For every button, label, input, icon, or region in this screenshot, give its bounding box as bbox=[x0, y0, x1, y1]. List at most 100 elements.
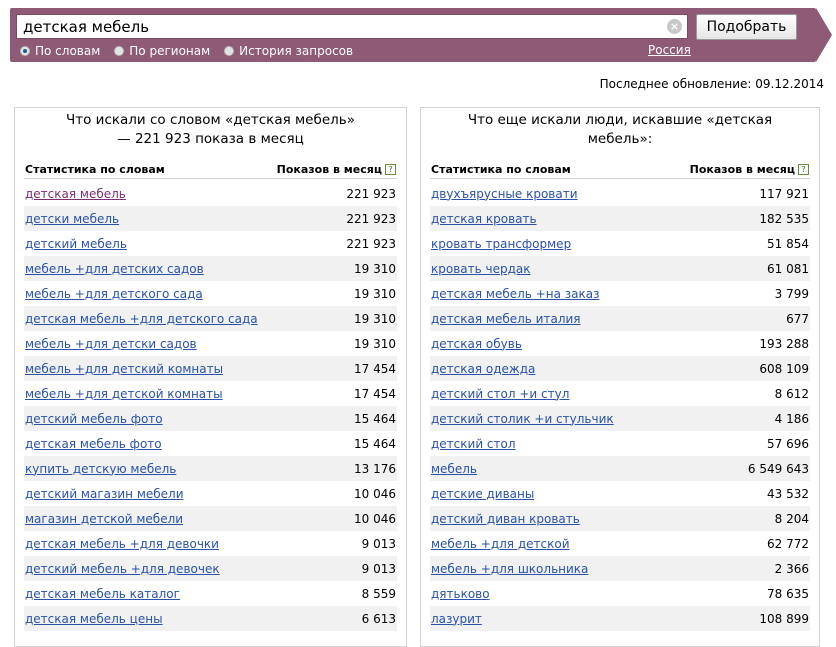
table-row: детский стол +и стул 8 612 bbox=[430, 381, 810, 406]
col-count-header: Показов в месяц ? bbox=[690, 163, 809, 176]
table-row: кровать трансформер 51 854 bbox=[430, 231, 810, 256]
table-row: кровать чердак 61 081 bbox=[430, 256, 810, 281]
phrase-link[interactable]: детский мебель фото bbox=[25, 412, 163, 426]
phrase-link[interactable]: мебель +для детского сада bbox=[25, 287, 203, 301]
phrase-link[interactable]: детский стол bbox=[431, 437, 516, 451]
phrase-link[interactable]: детский мебель +для девочек bbox=[25, 562, 220, 576]
impressions-count: 62 772 bbox=[767, 536, 809, 551]
phrase-link[interactable]: мебель +для детской bbox=[431, 537, 570, 551]
table-row: детская мебель фото 15 464 bbox=[24, 431, 397, 456]
phrase-link[interactable]: кровать трансформер bbox=[431, 237, 571, 251]
mode-by-words[interactable]: По словам bbox=[20, 43, 100, 59]
mode-by-regions[interactable]: По регионам bbox=[114, 43, 210, 59]
impressions-count: 19 310 bbox=[354, 286, 396, 301]
submit-button[interactable]: Подобрать bbox=[696, 14, 797, 40]
impressions-count: 19 310 bbox=[354, 261, 396, 276]
radio-icon[interactable] bbox=[224, 46, 235, 56]
col-count-label: Показов в месяц bbox=[689, 162, 795, 176]
table-row: детский стол 57 696 bbox=[430, 431, 810, 456]
table-row: детски мебель 221 923 bbox=[24, 206, 397, 231]
impressions-count: 15 464 bbox=[354, 436, 396, 451]
phrase-link[interactable]: детский мебель bbox=[25, 237, 127, 251]
mode-history[interactable]: История запросов bbox=[224, 43, 353, 59]
phrase-link[interactable]: лазурит bbox=[431, 612, 482, 626]
radio-icon[interactable] bbox=[20, 46, 30, 56]
mode-label: По регионам bbox=[129, 44, 211, 58]
table-row: детские диваны 43 532 bbox=[430, 481, 810, 506]
phrase-link[interactable]: детская мебель bbox=[25, 187, 126, 201]
region-link[interactable]: Россия bbox=[648, 43, 691, 57]
col-phrase-header: Статистика по словам bbox=[431, 162, 571, 176]
mode-label: История запросов bbox=[239, 44, 354, 58]
phrase-link[interactable]: детская обувь bbox=[431, 337, 522, 351]
phrase-link[interactable]: детская кровать bbox=[431, 212, 537, 226]
impressions-count: 61 081 bbox=[767, 261, 809, 276]
phrase-link[interactable]: детская мебель +на заказ bbox=[431, 287, 599, 301]
phrase-link[interactable]: детская мебель фото bbox=[25, 437, 162, 451]
table-row: детская мебель +для детского сада 19 310 bbox=[24, 306, 397, 331]
left-panel: Что искали со словом «детская мебель» — … bbox=[14, 107, 407, 647]
impressions-count: 9 013 bbox=[361, 536, 396, 551]
table-row: детский мебель фото 15 464 bbox=[24, 406, 397, 431]
search-bar: × Подобрать По словам По регионам Истори… bbox=[10, 8, 832, 62]
phrase-link[interactable]: кровать чердак bbox=[431, 262, 531, 276]
table-row: детская мебель 221 923 bbox=[24, 181, 397, 206]
table-row: детская одежда 608 109 bbox=[430, 356, 810, 381]
right-table-header: Статистика по словам Показов в месяц ? bbox=[430, 160, 810, 179]
phrase-link[interactable]: мебель +для школьника bbox=[431, 562, 588, 576]
table-row: магазин детской мебели 10 046 bbox=[24, 506, 397, 531]
phrase-link[interactable]: детская мебель +для девочки bbox=[25, 537, 219, 551]
col-count-header: Показов в месяц ? bbox=[277, 163, 396, 176]
table-row: детская мебель +для девочки 9 013 bbox=[24, 531, 397, 556]
phrase-link[interactable]: детский стол +и стул bbox=[431, 387, 569, 401]
phrase-link[interactable]: купить детскую мебель bbox=[25, 462, 176, 476]
impressions-count: 182 535 bbox=[759, 211, 809, 226]
phrase-link[interactable]: детские диваны bbox=[431, 487, 534, 501]
phrase-link[interactable]: мебель +для детских садов bbox=[25, 262, 204, 276]
phrase-link[interactable]: детский диван кровать bbox=[431, 512, 580, 526]
phrase-link[interactable]: мебель bbox=[431, 462, 477, 476]
radio-icon[interactable] bbox=[114, 46, 125, 56]
table-row: детский мебель +для девочек 9 013 bbox=[24, 556, 397, 581]
search-input[interactable] bbox=[16, 14, 688, 39]
impressions-count: 78 635 bbox=[767, 586, 809, 601]
search-modes: По словам По регионам История запросов bbox=[20, 43, 367, 59]
table-row: мебель +для детски садов 19 310 bbox=[24, 331, 397, 356]
right-panel-title: Что еще искали люди, искавшие «детская м… bbox=[467, 112, 773, 147]
phrase-link[interactable]: мебель +для детский комнаты bbox=[25, 362, 223, 376]
phrase-link[interactable]: детская мебель +для детского сада bbox=[25, 312, 258, 326]
last-updated: Последнее обновление: 09.12.2014 bbox=[599, 77, 824, 91]
table-row: детский мебель 221 923 bbox=[24, 231, 397, 256]
help-icon[interactable]: ? bbox=[798, 163, 809, 175]
left-panel-title: Что искали со словом «детская мебель» — … bbox=[66, 112, 355, 147]
phrase-link[interactable]: магазин детской мебели bbox=[25, 512, 183, 526]
phrase-link[interactable]: дятьково bbox=[431, 587, 490, 601]
phrase-link[interactable]: детский магазин мебели bbox=[25, 487, 184, 501]
impressions-count: 108 899 bbox=[759, 611, 809, 626]
table-row: мебель +для детской комнаты 17 454 bbox=[24, 381, 397, 406]
impressions-count: 17 454 bbox=[354, 386, 396, 401]
impressions-count: 193 288 bbox=[759, 336, 809, 351]
impressions-count: 4 186 bbox=[774, 411, 809, 426]
table-row: мебель 6 549 643 bbox=[430, 456, 810, 481]
impressions-count: 57 696 bbox=[767, 436, 809, 451]
impressions-count: 43 532 bbox=[767, 486, 809, 501]
phrase-link[interactable]: мебель +для детской комнаты bbox=[25, 387, 223, 401]
impressions-count: 608 109 bbox=[759, 361, 809, 376]
phrase-link[interactable]: детская мебель каталог bbox=[25, 587, 180, 601]
table-row: мебель +для детской 62 772 bbox=[430, 531, 810, 556]
phrase-link[interactable]: детская одежда bbox=[431, 362, 535, 376]
phrase-link[interactable]: детская мебель цены bbox=[25, 612, 163, 626]
impressions-count: 117 921 bbox=[759, 186, 809, 201]
phrase-link[interactable]: детская мебель италия bbox=[431, 312, 581, 326]
help-icon[interactable]: ? bbox=[385, 163, 396, 175]
phrase-link[interactable]: мебель +для детски садов bbox=[25, 337, 197, 351]
col-phrase-header: Статистика по словам bbox=[25, 162, 165, 176]
impressions-count: 19 310 bbox=[354, 311, 396, 326]
table-row: детский магазин мебели 10 046 bbox=[24, 481, 397, 506]
phrase-link[interactable]: детский столик +и стульчик bbox=[431, 412, 614, 426]
phrase-link[interactable]: двухъярусные кровати bbox=[431, 187, 578, 201]
clear-icon[interactable]: × bbox=[667, 19, 682, 34]
phrase-link[interactable]: детски мебель bbox=[25, 212, 119, 226]
impressions-count: 3 799 bbox=[774, 286, 809, 301]
